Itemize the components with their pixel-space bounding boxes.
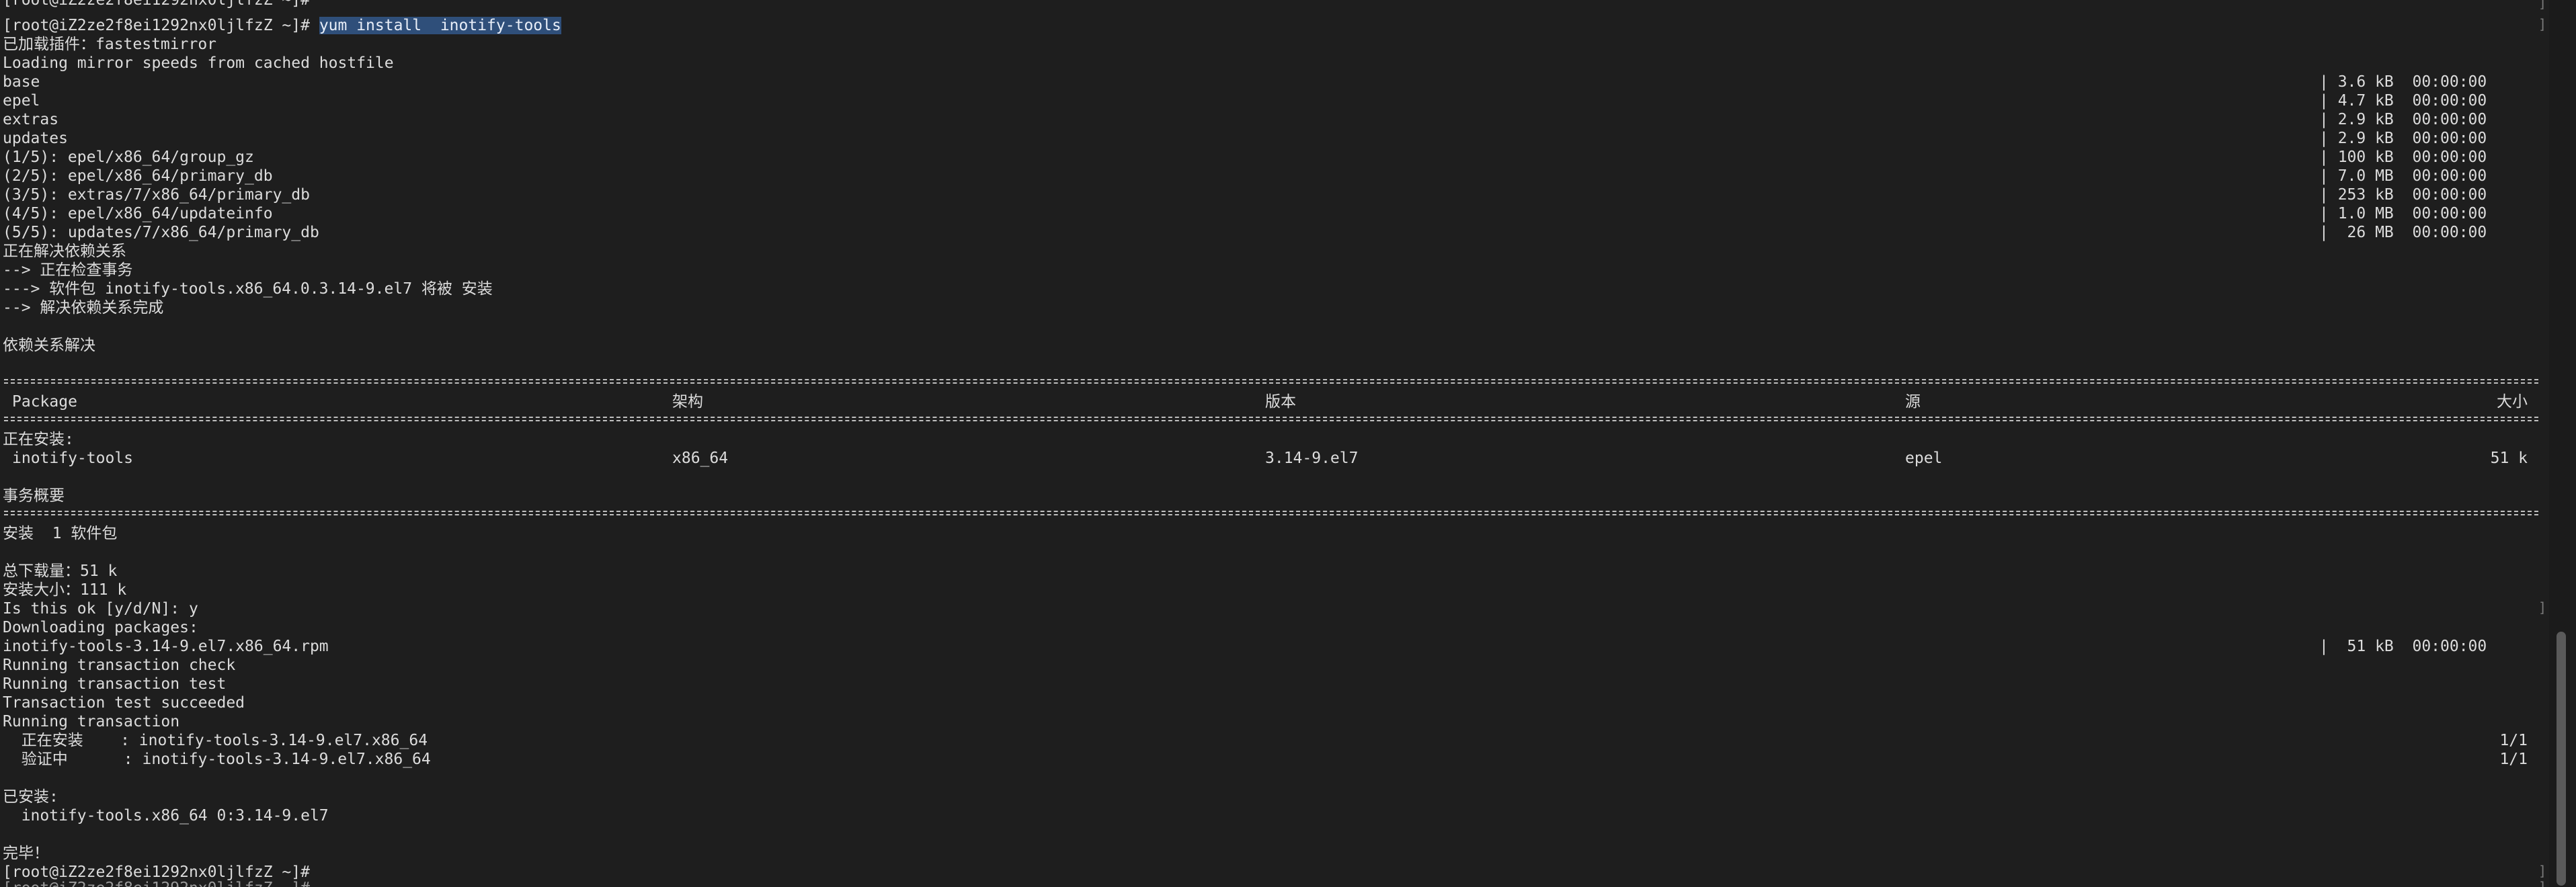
repo-row: updates | 2.9 kB 00:00:00 [3,129,2544,148]
row-repo: epel [1905,450,1943,467]
row-arch: x86_64 [672,450,729,467]
repo-row: extras | 2.9 kB 00:00:00 [3,110,2544,129]
terminal-line-installed-label: 已安装: [3,788,58,806]
terminal-line-installing-progress: 正在安装 : inotify-tools-3.14-9.el7.x86_64 1/… [3,731,2544,750]
repo-size: | 3.6 kB 00:00:00 [2319,73,2487,91]
repo-size: | 26 MB 00:00:00 [2319,224,2487,241]
terminal-line-rpm-download: inotify-tools-3.14-9.el7.x86_64.rpm | 51 … [3,637,2544,656]
line-marker-icon: ] [2538,599,2547,616]
repo-row: (2/5): epel/x86_64/primary_db | 7.0 MB 00… [3,167,2544,185]
terminal-line-prompt-partial: [root@iZ2ze2f8ei1292nx0ljlfzZ ~]# [3,879,310,887]
terminal-line-verifying-progress: 验证中 : inotify-tools-3.14-9.el7.x86_64 1/1 [3,750,2544,769]
repo-size: | 100 kB 00:00:00 [2319,149,2487,166]
terminal-line-install-count: 安装 1 软件包 [3,525,118,542]
scrollbar-thumb[interactable] [2557,632,2566,886]
repo-size: | 7.0 MB 00:00:00 [2319,167,2487,185]
repo-size: | 2.9 kB 00:00:00 [2319,111,2487,128]
line-marker-icon: ] [2538,16,2547,32]
terminal-line-download-size: 总下载量：51 k [3,562,118,580]
verifying-progress: 1/1 [2499,751,2528,768]
repo-size: | 2.9 kB 00:00:00 [2319,130,2487,147]
line-marker-icon: ] [2538,863,2547,879]
rpm-name: inotify-tools-3.14-9.el7.x86_64.rpm [3,638,329,655]
terminal-line-prompt: [root@iZ2ze2f8ei1292nx0ljlfzZ ~]# [3,0,310,9]
terminal-line-command: [root@iZ2ze2f8ei1292nx0ljlfzZ ~]# yum in… [3,16,561,35]
repo-name: (4/5): epel/x86_64/updateinfo [3,205,273,222]
prompt-text: [root@iZ2ze2f8ei1292nx0ljlfzZ ~]# [3,17,319,34]
repo-size: | 1.0 MB 00:00:00 [2319,205,2487,222]
terminal-line-install-size: 安装大小：111 k [3,581,127,599]
repo-name: extras [3,111,59,128]
terminal-line-transaction-check: Running transaction check [3,657,236,674]
header-size: 大小 [2497,393,2528,411]
terminal-line-confirm: Is this ok [y/d/N]: y [3,600,198,618]
row-package: inotify-tools [12,450,134,467]
repo-name: epel [3,92,40,110]
row-version: 3.14-9.el7 [1265,450,1359,467]
selected-command-text[interactable]: yum install inotify-tools [319,17,561,34]
repo-row: (1/5): epel/x86_64/group_gz | 100 kB 00:0… [3,148,2544,167]
terminal-line-dependencies-resolved: 依赖关系解决 [3,337,95,354]
header-version: 版本 [1265,393,1296,411]
terminal-line-installing: 正在安装: [3,431,74,448]
verifying-step: 验证中 : inotify-tools-3.14-9.el7.x86_64 [3,751,431,768]
terminal-line-summary: 事务概要 [3,487,65,505]
package-table-row: inotify-tools x86_64 3.14-9.el7 epel 51 k [3,449,2544,468]
terminal-line-plugins: 已加载插件：fastestmirror [3,36,217,53]
repo-name: updates [3,130,68,147]
repo-row: (3/5): extras/7/x86_64/primary_db | 253 k… [3,185,2544,204]
rpm-size: | 51 kB 00:00:00 [2319,638,2487,655]
repo-name: (1/5): epel/x86_64/group_gz [3,149,254,166]
installing-progress: 1/1 [2499,732,2528,749]
repo-row: epel | 4.7 kB 00:00:00 [3,91,2544,110]
header-arch: 架构 [672,393,703,411]
terminal-line-transaction-test: Running transaction test [3,675,227,693]
installing-step: 正在安装 : inotify-tools-3.14-9.el7.x86_64 [3,732,428,749]
line-marker-icon: ] [2538,879,2547,887]
terminal-window[interactable]: [root@iZ2ze2f8ei1292nx0ljlfzZ ~]# [root@… [0,0,2576,887]
row-size: 51 k [2490,450,2528,467]
terminal-line-running-transaction: Running transaction [3,713,180,730]
line-marker-icon: ] [2538,0,2547,11]
package-table-header: Package 架构 版本 源 大小 [3,392,2544,411]
vertical-scrollbar[interactable] [2549,0,2576,887]
repo-name: base [3,73,40,91]
terminal-line-resolve-done: --> 解决依赖关系完成 [3,299,164,316]
repo-name: (2/5): epel/x86_64/primary_db [3,167,273,185]
terminal-line-resolving: 正在解决依赖关系 [3,243,126,260]
repo-row: (4/5): epel/x86_64/updateinfo | 1.0 MB 00… [3,204,2544,223]
repo-row: (5/5): updates/7/x86_64/primary_db | 26 M… [3,223,2544,242]
header-repo: 源 [1905,393,1921,411]
table-separator [4,417,2538,421]
terminal-line-test-succeeded: Transaction test succeeded [3,694,245,712]
terminal-line-installed-package: inotify-tools.x86_64 0:3.14-9.el7 [3,807,329,825]
table-separator [4,379,2538,384]
repo-name: (3/5): extras/7/x86_64/primary_db [3,186,310,204]
repo-size: | 253 kB 00:00:00 [2319,186,2487,204]
terminal-line-package-install: ---> 软件包 inotify-tools.x86_64.0.3.14-9.e… [3,280,493,298]
terminal-line-checking: --> 正在检查事务 [3,261,133,279]
terminal-line-complete: 完毕！ [3,845,49,862]
repo-name: (5/5): updates/7/x86_64/primary_db [3,224,319,241]
terminal-line-mirror: Loading mirror speeds from cached hostfi… [3,54,394,72]
repo-row: base | 3.6 kB 00:00:00 [3,73,2544,91]
table-separator [4,511,2538,515]
header-package: Package [12,393,77,411]
repo-size: | 4.7 kB 00:00:00 [2319,92,2487,110]
terminal-line-downloading: Downloading packages: [3,619,198,636]
